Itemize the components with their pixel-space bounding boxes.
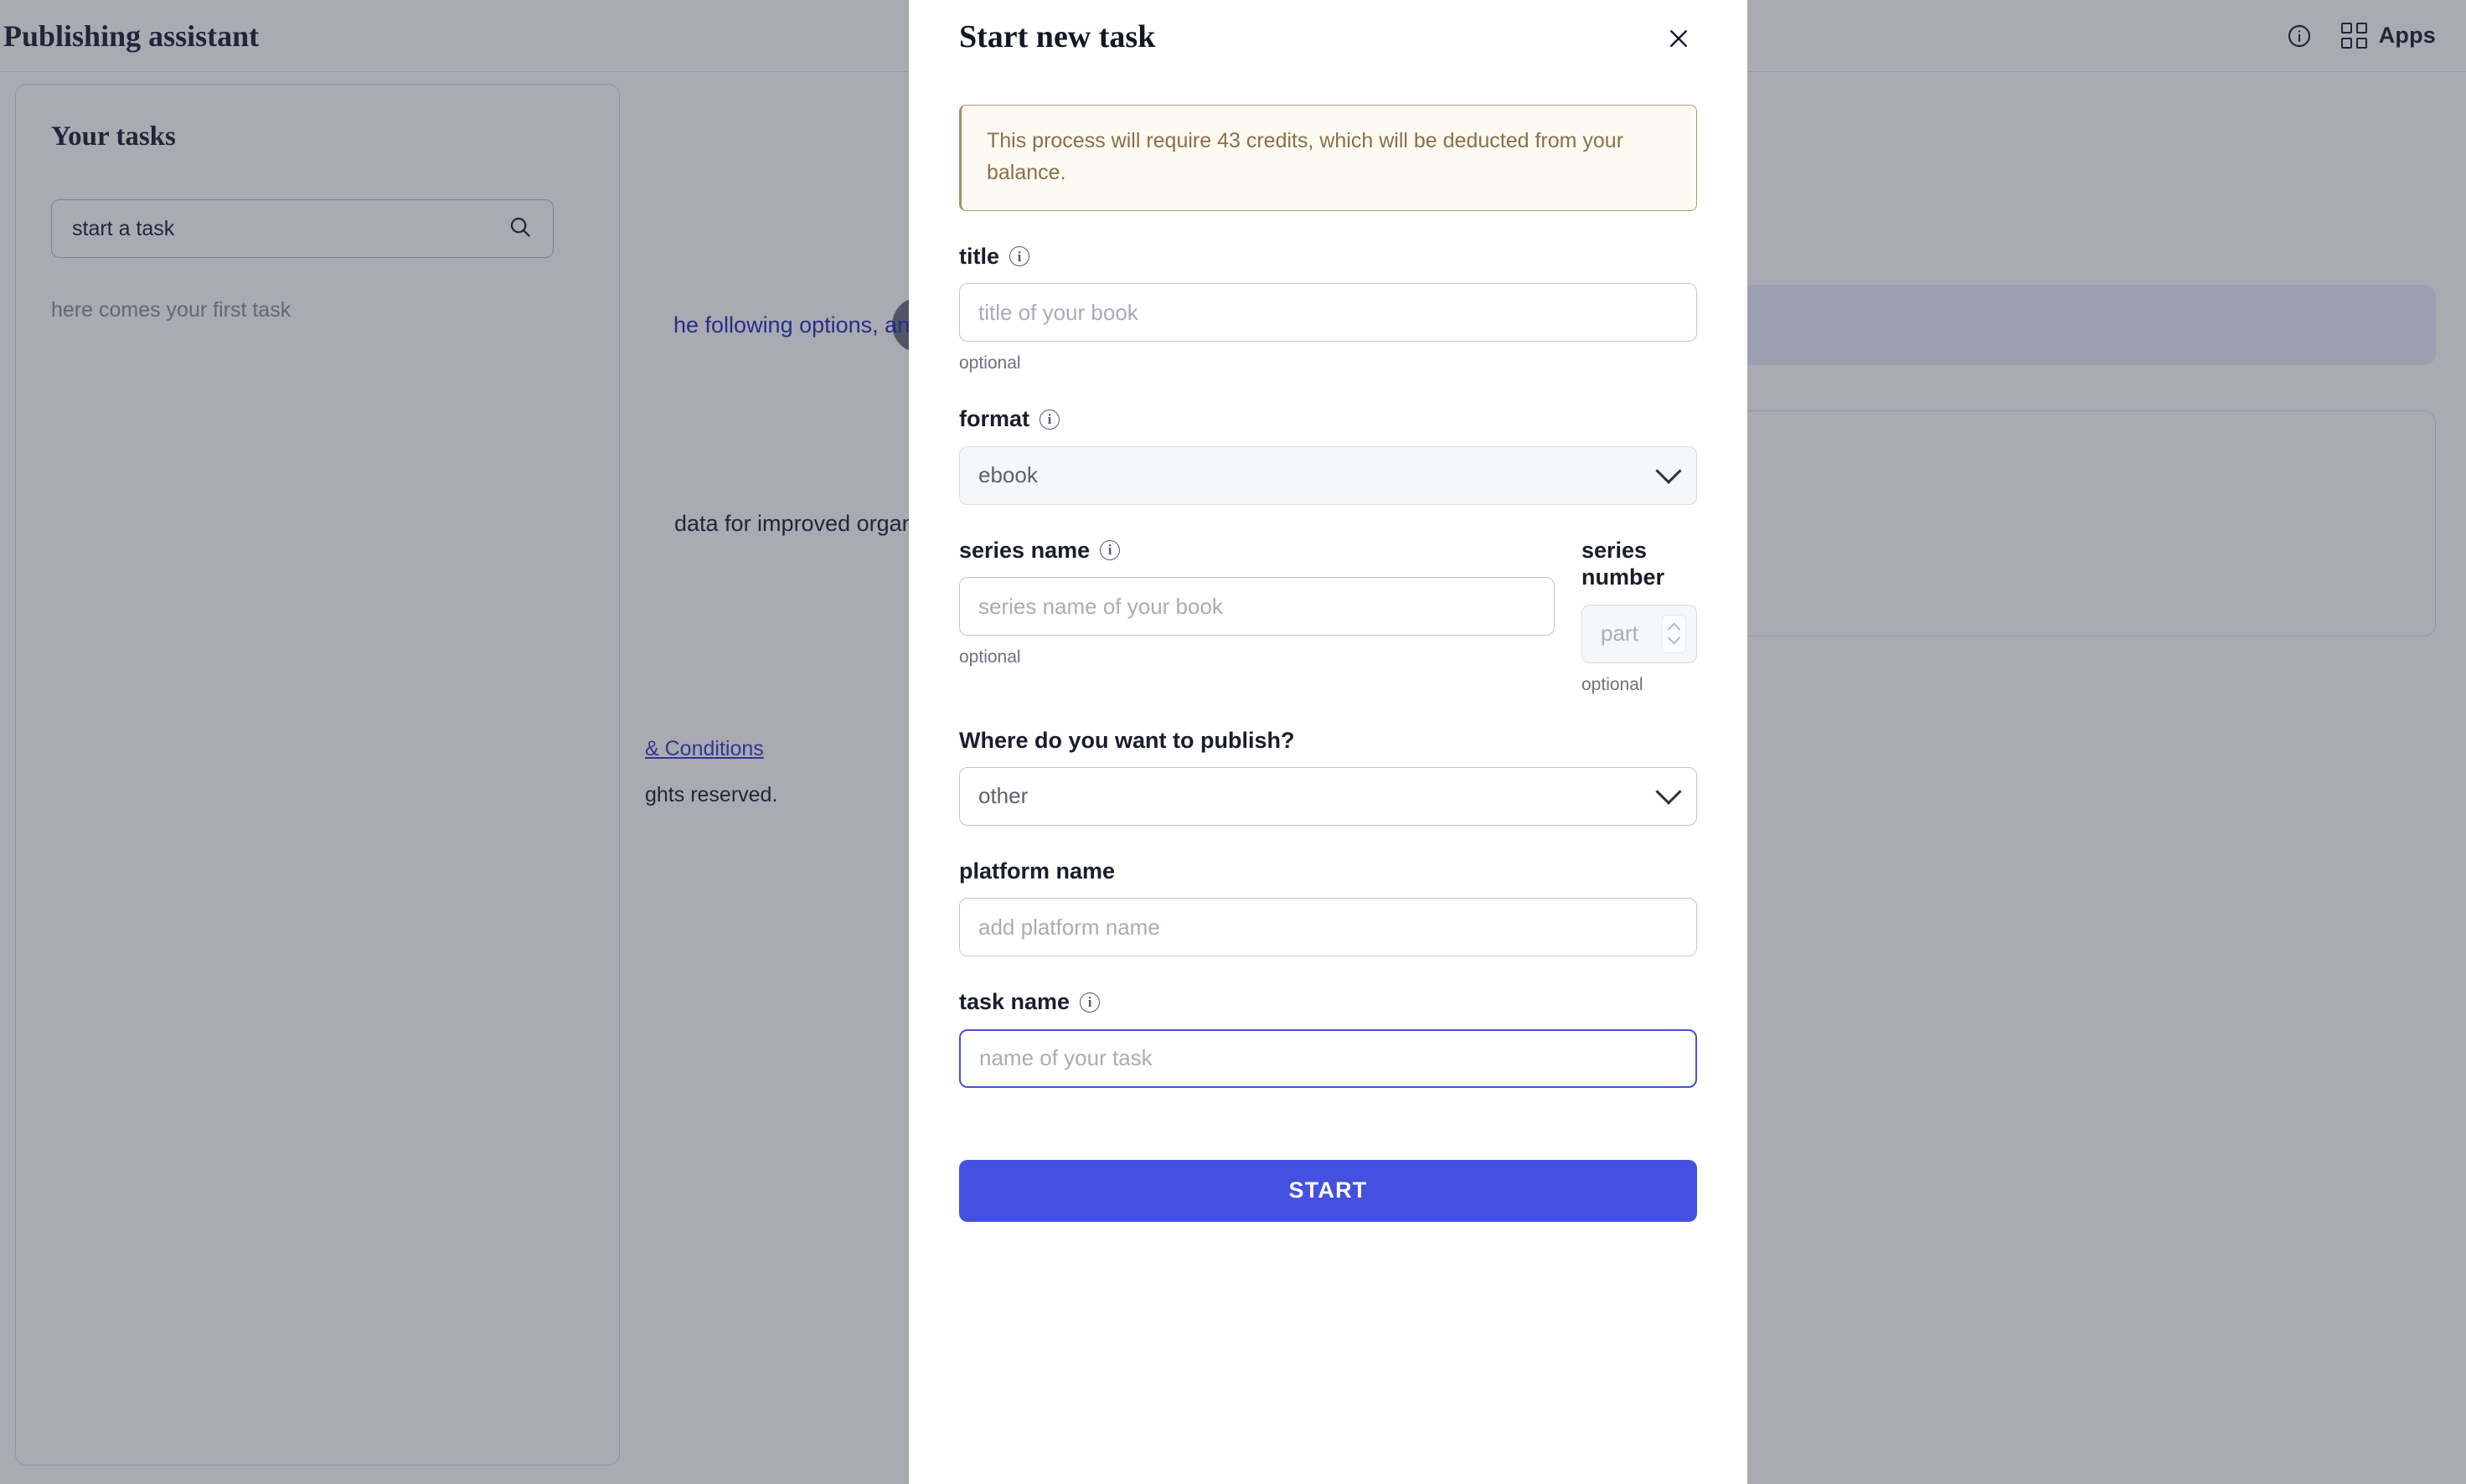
series-number-placeholder: part	[1601, 621, 1638, 647]
chevron-down-icon	[1655, 778, 1682, 805]
start-button[interactable]: START	[959, 1159, 1697, 1222]
field-series-name: series name i optional	[959, 537, 1555, 695]
field-task-name-label-row: task name i	[959, 988, 1697, 1015]
start-new-task-modal: Start new task This process will require…	[909, 0, 1747, 1484]
field-format-label-row: format i	[959, 405, 1697, 432]
info-circle-icon[interactable]: i	[1040, 409, 1060, 430]
title-input[interactable]	[959, 283, 1697, 343]
format-select[interactable]: ebook	[959, 446, 1697, 505]
field-platform-name: platform name	[959, 858, 1697, 957]
info-circle-icon[interactable]: i	[1080, 992, 1101, 1013]
field-task-name-label: task name	[959, 989, 1070, 1015]
format-select-value: ebook	[978, 462, 1038, 488]
credits-alert: This process will require 43 credits, wh…	[959, 105, 1697, 211]
info-circle-icon[interactable]: i	[1009, 246, 1030, 267]
field-publish-where-label-row: Where do you want to publish?	[959, 727, 1697, 754]
series-number-input[interactable]: part	[1581, 604, 1697, 663]
field-publish-where-label: Where do you want to publish?	[959, 727, 1295, 753]
close-icon[interactable]	[1660, 20, 1697, 57]
field-series-name-label: series name	[959, 537, 1091, 563]
credits-alert-text: This process will require 43 credits, wh…	[987, 129, 1624, 184]
field-platform-name-label-row: platform name	[959, 858, 1697, 884]
field-title-label-row: title i	[959, 243, 1697, 270]
field-title: title i optional	[959, 243, 1697, 374]
modal-title: Start new task	[959, 19, 1156, 54]
field-series-number-label-row: series number	[1581, 537, 1697, 591]
publish-where-select-value: other	[978, 783, 1029, 809]
task-name-input[interactable]	[959, 1028, 1697, 1088]
field-task-name: task name i	[959, 988, 1697, 1088]
modal-header: Start new task	[959, 0, 1697, 57]
field-platform-name-label: platform name	[959, 858, 1116, 884]
field-series-row: series name i optional series number par…	[959, 537, 1697, 695]
stepper-up-down-icon[interactable]	[1661, 614, 1686, 653]
series-name-input[interactable]	[959, 577, 1555, 636]
field-title-hint: optional	[959, 353, 1021, 374]
publish-where-select[interactable]: other	[959, 766, 1697, 826]
field-publish-where: Where do you want to publish? other	[959, 727, 1697, 826]
field-format: format i ebook	[959, 405, 1697, 505]
field-series-number: series number part optional	[1581, 537, 1697, 695]
info-circle-icon[interactable]: i	[1100, 539, 1121, 560]
series-row: series name i optional series number par…	[959, 537, 1697, 695]
field-title-label: title	[959, 244, 1000, 269]
stepper-down-icon[interactable]	[1667, 631, 1680, 645]
chevron-down-icon	[1655, 457, 1682, 484]
field-series-name-label-row: series name i	[959, 537, 1555, 564]
field-series-number-hint: optional	[1581, 674, 1643, 694]
field-series-name-hint: optional	[959, 647, 1021, 667]
field-series-number-label: series number	[1581, 537, 1665, 590]
platform-name-input[interactable]	[959, 898, 1697, 957]
field-format-label: format	[959, 406, 1030, 432]
